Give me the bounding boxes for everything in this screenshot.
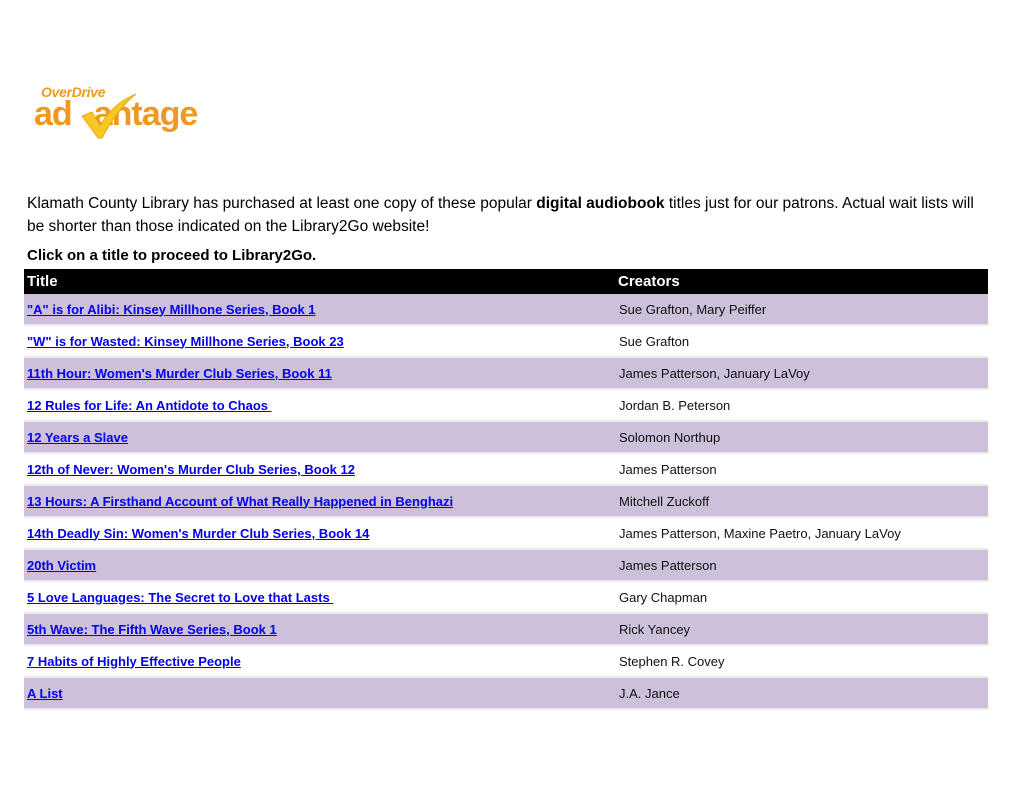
title-link[interactable]: 14th Deadly Sin: Women's Murder Club Ser… (27, 526, 369, 541)
table-row: 12 Years a Slave Solomon Northup (24, 421, 988, 454)
creators-cell: Sue Grafton, Mary Peiffer (615, 294, 988, 326)
title-cell: 14th Deadly Sin: Women's Murder Club Ser… (24, 517, 615, 550)
title-link[interactable]: 12 Rules for Life: An Antidote to Chaos (27, 398, 272, 413)
creators-cell: James Patterson, January LaVoy (615, 357, 988, 390)
table-row: 12th of Never: Women's Murder Club Serie… (24, 453, 988, 486)
intro-text: Klamath County Library has purchased at … (27, 195, 537, 212)
title-link[interactable]: 12 Years a Slave (27, 430, 128, 445)
title-cell: A List (24, 677, 615, 710)
creators-cell: James Patterson (615, 549, 988, 582)
title-cell: 11th Hour: Women's Murder Club Series, B… (24, 357, 615, 390)
title-link[interactable]: 13 Hours: A Firsthand Account of What Re… (27, 494, 453, 509)
creators-cell: Stephen R. Covey (615, 645, 988, 678)
creators-cell: Gary Chapman (615, 581, 988, 614)
title-cell: 12th of Never: Women's Murder Club Serie… (24, 453, 615, 486)
table-row: 14th Deadly Sin: Women's Murder Club Ser… (24, 517, 988, 550)
audiobook-table: Title Creators "A" is for Alibi: Kinsey … (24, 269, 988, 710)
table-row: 20th Victim James Patterson (24, 549, 988, 582)
creators-cell: J.A. Jance (615, 677, 988, 710)
table-row: "W" is for Wasted: Kinsey Millhone Serie… (24, 325, 988, 358)
title-link[interactable]: "A" is for Alibi: Kinsey Millhone Series… (27, 302, 316, 317)
creators-cell: James Patterson, Maxine Paetro, January … (615, 517, 988, 550)
title-cell: 5th Wave: The Fifth Wave Series, Book 1 (24, 613, 615, 646)
title-link[interactable]: A List (27, 686, 63, 701)
table-row: 7 Habits of Highly Effective People Steph… (24, 645, 988, 678)
table-row: "A" is for Alibi: Kinsey Millhone Series… (24, 294, 988, 326)
creators-cell: Mitchell Zuckoff (615, 485, 988, 518)
intro-bold-text: digital audiobook (536, 195, 665, 212)
title-cell: 5 Love Languages: The Secret to Love tha… (24, 581, 615, 614)
title-link[interactable]: 12th of Never: Women's Murder Club Serie… (27, 462, 355, 477)
instruction-text: Click on a title to proceed to Library2G… (27, 247, 317, 264)
title-cell: 7 Habits of Highly Effective People (24, 645, 615, 678)
intro-paragraph: Klamath County Library has purchased at … (27, 192, 987, 238)
title-cell: 12 Rules for Life: An Antidote to Chaos (24, 389, 615, 422)
title-cell: "W" is for Wasted: Kinsey Millhone Serie… (24, 325, 615, 358)
creators-cell: Sue Grafton (615, 325, 988, 358)
logo-text-left: ad (34, 95, 73, 133)
title-cell: 20th Victim (24, 549, 615, 582)
table-row: 13 Hours: A Firsthand Account of What Re… (24, 485, 988, 518)
table-row: 12 Rules for Life: An Antidote to Chaos … (24, 389, 988, 422)
creators-cell: Solomon Northup (615, 421, 988, 454)
title-link[interactable]: 5th Wave: The Fifth Wave Series, Book 1 (27, 622, 277, 637)
title-link[interactable]: 11th Hour: Women's Murder Club Series, B… (27, 366, 332, 381)
title-link[interactable]: 7 Habits of Highly Effective People (27, 654, 241, 669)
table-row: A List J.A. Jance (24, 677, 988, 710)
table-row: 11th Hour: Women's Murder Club Series, B… (24, 357, 988, 390)
column-header-title: Title (24, 269, 615, 294)
overdrive-advantage-logo: OverDrive ad antage (34, 84, 219, 144)
table-row: 5th Wave: The Fifth Wave Series, Book 1 R… (24, 613, 988, 646)
creators-cell: James Patterson (615, 453, 988, 486)
checkmark-icon (81, 93, 137, 139)
table-row: 5 Love Languages: The Secret to Love tha… (24, 581, 988, 614)
table-header-row: Title Creators (24, 269, 988, 294)
title-cell: "A" is for Alibi: Kinsey Millhone Series… (24, 294, 615, 326)
title-link[interactable]: "W" is for Wasted: Kinsey Millhone Serie… (27, 334, 344, 349)
title-cell: 13 Hours: A Firsthand Account of What Re… (24, 485, 615, 518)
column-header-creators: Creators (615, 269, 988, 294)
title-link[interactable]: 5 Love Languages: The Secret to Love tha… (27, 590, 333, 605)
creators-cell: Rick Yancey (615, 613, 988, 646)
title-link[interactable]: 20th Victim (27, 558, 96, 573)
title-cell: 12 Years a Slave (24, 421, 615, 454)
creators-cell: Jordan B. Peterson (615, 389, 988, 422)
